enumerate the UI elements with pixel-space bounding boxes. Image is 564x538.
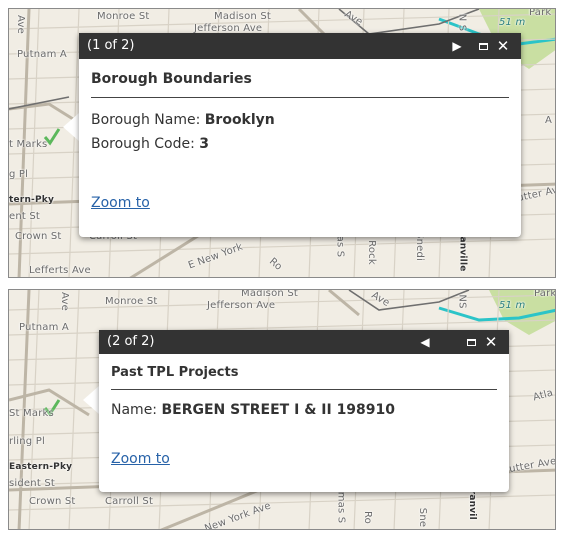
map-label: Monroe St	[105, 296, 158, 307]
map-label: Sne	[417, 507, 429, 528]
map-label: Madison St	[214, 11, 271, 22]
info-popup-2: (2 of 2) ◀ ✕ Past TPL Projects Name: BER…	[99, 330, 509, 492]
map-label: as S	[334, 235, 346, 258]
map-label: mas S	[335, 491, 347, 524]
borough-code-row: Borough Code: 3	[91, 136, 509, 152]
popup-header: Borough Boundaries	[91, 59, 509, 98]
popup-counter: (2 of 2)	[107, 334, 155, 349]
map-label: Ro	[362, 510, 374, 525]
field-value: Brooklyn	[204, 112, 275, 128]
map-label: N S	[456, 13, 468, 32]
project-name-row: Name: BERGEN STREET I & II 198910	[111, 402, 497, 418]
map-label: Ave	[14, 15, 26, 34]
map-label: rling Pl	[9, 436, 45, 447]
map-label: Park	[534, 289, 556, 299]
map-label: Putnam A	[17, 49, 67, 60]
previous-icon[interactable]: ◀	[417, 330, 433, 354]
map-label: Monroe St	[97, 11, 150, 22]
zoom-to-link[interactable]: Zoom to	[111, 451, 170, 467]
map-label: Carroll St	[105, 496, 154, 507]
maximize-icon[interactable]	[475, 33, 491, 59]
next-icon[interactable]: ▶	[449, 33, 465, 59]
map-label: A	[545, 115, 553, 126]
map-label: Crown St	[15, 231, 62, 242]
map-label: Crown St	[29, 496, 76, 507]
map-label: t Marks	[9, 139, 48, 150]
map-label: Madison St	[241, 289, 298, 299]
close-icon[interactable]: ✕	[483, 330, 499, 354]
map-label: 51 m	[499, 300, 526, 311]
map-label: anville	[457, 236, 468, 272]
popup-pointer	[83, 386, 99, 414]
close-icon[interactable]: ✕	[495, 33, 511, 59]
popup-titlebar: (2 of 2) ◀ ✕	[99, 330, 509, 354]
map-view-1[interactable]: Monroe St Madison St Jefferson Ave Putna…	[8, 8, 556, 278]
maximize-icon[interactable]	[463, 330, 479, 354]
info-popup-1: (1 of 2) ▶ ✕ Borough Boundaries Borough …	[79, 33, 521, 237]
field-label: Name:	[111, 402, 162, 418]
map-label: sident St	[9, 478, 55, 489]
map-view-2[interactable]: Monroe St Madison St Jefferson Ave Putna…	[8, 289, 556, 530]
popup-counter: (1 of 2)	[87, 38, 135, 53]
map-label: NS	[456, 294, 468, 309]
map-label: ent St	[9, 211, 41, 222]
map-label: Lefferts Ave	[29, 265, 91, 276]
popup-pointer	[63, 113, 79, 141]
field-value: 3	[199, 136, 210, 152]
zoom-to-link[interactable]: Zoom to	[91, 195, 150, 211]
map-label: Park	[529, 8, 552, 18]
popup-titlebar: (1 of 2) ▶ ✕	[79, 33, 521, 59]
map-label: 51 m	[499, 17, 526, 28]
field-label: Borough Code:	[91, 136, 200, 152]
map-label: Rock	[365, 240, 377, 265]
popup-header: Past TPL Projects	[111, 354, 497, 390]
field-value: BERGEN STREET I & II 198910	[161, 402, 396, 418]
map-label: Jefferson Ave	[207, 300, 276, 311]
map-label: Putnam A	[19, 322, 69, 333]
map-label: St Marks	[9, 408, 54, 419]
map-label: g Pl	[9, 169, 29, 180]
borough-name-row: Borough Name: Brooklyn	[91, 112, 509, 128]
map-label: Eastern-Pky	[9, 462, 73, 472]
map-label: Ave	[58, 292, 70, 311]
field-label: Borough Name:	[91, 112, 205, 128]
map-label: tern-Pky	[9, 195, 55, 205]
